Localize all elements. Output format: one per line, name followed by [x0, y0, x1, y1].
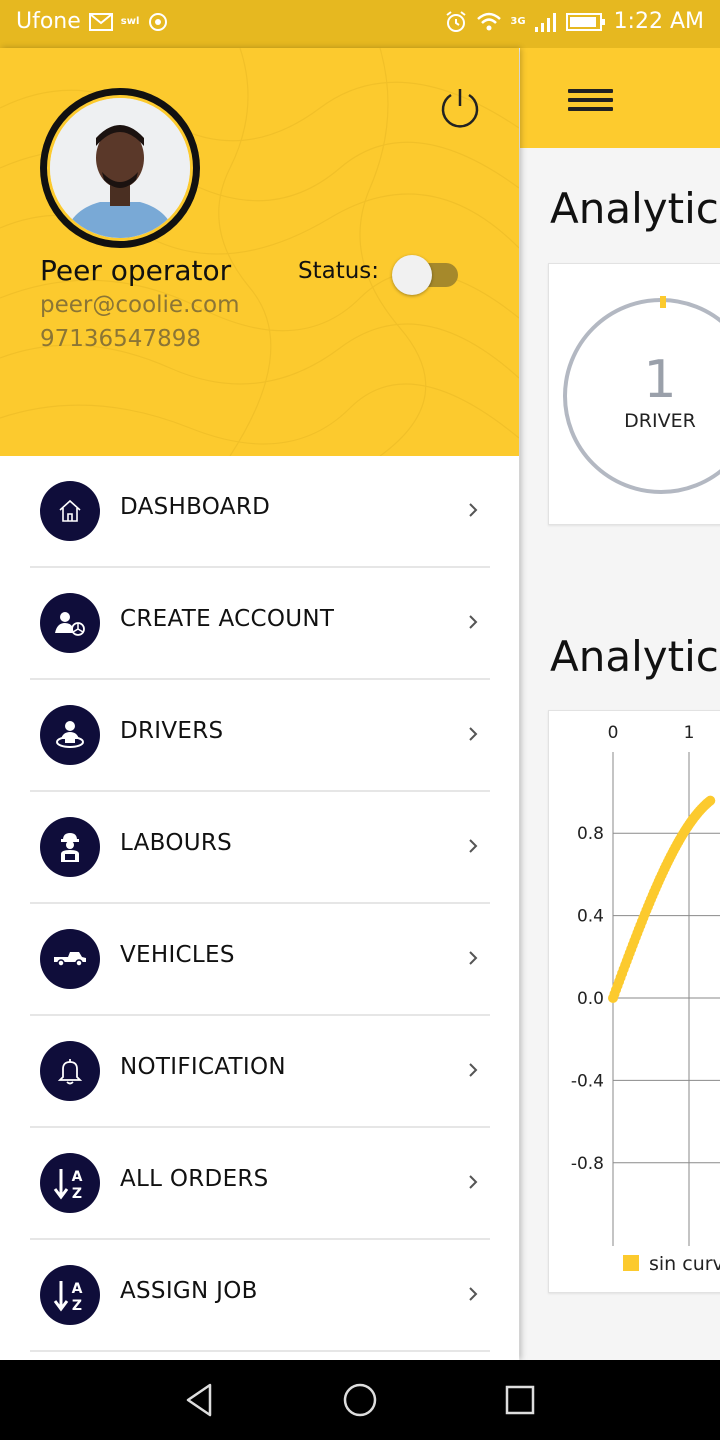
home-icon	[40, 481, 100, 541]
alarm-icon	[446, 10, 466, 32]
menu-label: ASSIGN JOB	[120, 1278, 258, 1304]
gauge-ring	[563, 296, 720, 494]
y-tick-label: 0.0	[577, 989, 604, 1009]
chevron-right-icon	[469, 727, 478, 741]
swl-indicator: swl	[120, 16, 140, 27]
battery-icon	[565, 12, 605, 31]
carrier-name: Ufone	[16, 9, 81, 34]
menu-label: DASHBOARD	[120, 494, 271, 520]
chevron-right-icon	[469, 1063, 478, 1077]
driver-icon	[40, 705, 100, 765]
bell-icon	[40, 1041, 100, 1101]
svg-text:A: A	[72, 1169, 83, 1185]
status-toggle[interactable]	[392, 254, 460, 295]
chevron-right-icon	[469, 503, 478, 517]
menu-item-create-account[interactable]: CREATE ACCOUNT	[0, 568, 519, 680]
legend-swatch	[623, 1255, 639, 1271]
menu-label: DRIVERS	[120, 718, 224, 744]
pickup-truck-icon	[40, 929, 100, 989]
menu-label: VEHICLES	[120, 942, 235, 968]
user-email: peer@coolie.com	[40, 292, 240, 318]
svg-text:Z: Z	[72, 1186, 82, 1201]
mail-icon	[88, 12, 113, 31]
sin-curve-chart: 0 1 0.8 0.4 0.0 -0.4 -0.8 sin curve	[571, 723, 720, 1275]
status-bar: Ufone swl 3G 1:22 AM	[0, 0, 720, 48]
gauge-label: DRIVER	[624, 410, 696, 432]
menu-label: LABOURS	[120, 830, 233, 856]
y-tick-label: -0.4	[571, 1071, 604, 1091]
sin-curve-series	[608, 795, 716, 1003]
wifi-icon	[477, 12, 502, 30]
svg-text:A: A	[72, 1281, 83, 1297]
imo-icon	[149, 12, 168, 31]
chevron-right-icon	[469, 951, 478, 965]
y-tick-label: 0.8	[577, 824, 604, 844]
menu-item-assign-job[interactable]: AZ ASSIGN JOB	[0, 1240, 519, 1352]
svg-text:Z: Z	[72, 1298, 82, 1313]
navigation-drawer: Peer operator peer@coolie.com 9713654789…	[0, 48, 519, 1360]
menu-item-all-orders[interactable]: AZ ALL ORDERS	[0, 1128, 519, 1240]
network-type: 3G	[510, 16, 526, 27]
data-point	[705, 795, 716, 806]
worker-icon	[40, 817, 100, 877]
menu-label: ALL ORDERS	[120, 1166, 269, 1192]
status-label: Status:	[298, 258, 380, 284]
menu-label: CREATE ACCOUNT	[120, 606, 335, 632]
add-driver-icon	[40, 593, 100, 653]
menu-item-labours[interactable]: LABOURS	[0, 792, 519, 904]
chevron-right-icon	[469, 1175, 478, 1189]
menu-item-dashboard[interactable]: DASHBOARD	[0, 456, 519, 568]
hamburger-menu-icon[interactable]	[568, 89, 613, 111]
analytics-title-1: Analytics	[550, 184, 720, 233]
legend-label: sin curve	[649, 1253, 720, 1275]
chevron-right-icon	[469, 1287, 478, 1301]
user-name: Peer operator	[40, 254, 232, 287]
signal-icon	[534, 12, 556, 32]
back-icon[interactable]	[180, 1380, 220, 1420]
y-tick-label: -0.8	[571, 1154, 604, 1174]
sort-az-icon: AZ	[40, 1153, 100, 1213]
menu-item-vehicles[interactable]: VEHICLES	[0, 904, 519, 1016]
menu-item-notification[interactable]: NOTIFICATION	[0, 1016, 519, 1128]
app-toolbar	[520, 48, 720, 148]
menu-label: NOTIFICATION	[120, 1054, 286, 1080]
chevron-right-icon	[469, 615, 478, 629]
sort-az-icon: AZ	[40, 1265, 100, 1325]
system-navigation-bar	[0, 1360, 720, 1440]
menu-item-drivers[interactable]: DRIVERS	[0, 680, 519, 792]
user-phone: 97136547898	[40, 326, 201, 352]
analytics-title-2: Analytics	[550, 632, 720, 681]
gauge-card	[548, 263, 720, 525]
avatar[interactable]	[40, 88, 200, 248]
drawer-header: Peer operator peer@coolie.com 9713654789…	[0, 48, 519, 456]
chevron-right-icon	[469, 839, 478, 853]
drawer-menu: DASHBOARD CREATE ACCOUNT DRIVERS LABOURS…	[0, 456, 519, 1352]
gauge-value: 1	[643, 350, 677, 410]
y-tick-label: 0.4	[577, 907, 604, 927]
profile-photo	[50, 98, 190, 238]
x-tick-label: 1	[684, 723, 695, 743]
x-tick-label: 0	[608, 723, 619, 743]
home-button-icon[interactable]	[340, 1380, 380, 1420]
recents-icon[interactable]	[500, 1380, 540, 1420]
clock: 1:22 AM	[613, 9, 704, 34]
power-icon[interactable]	[438, 86, 482, 130]
